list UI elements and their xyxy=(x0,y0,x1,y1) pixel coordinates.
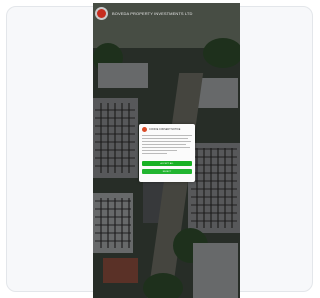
reject-button[interactable]: REJECT xyxy=(142,169,192,174)
cookie-icon xyxy=(142,127,147,132)
site-header: BOVEDA PROPERTY INVESTMENTS LTD xyxy=(93,3,240,23)
brand-logo-icon[interactable] xyxy=(95,6,108,20)
accept-all-button[interactable]: ACCEPT ALL xyxy=(142,161,192,166)
mobile-viewport: BOVEDA PROPERTY INVESTMENTS LTD COOKIE C… xyxy=(93,3,240,298)
cookie-consent-dialog: COOKIE CONSENT NOTICE ACCEPT ALL REJECT xyxy=(139,124,195,182)
dialog-header: COOKIE CONSENT NOTICE xyxy=(142,127,180,132)
dialog-title: COOKIE CONSENT NOTICE xyxy=(149,128,181,131)
dialog-body-text xyxy=(142,135,192,156)
header-title: BOVEDA PROPERTY INVESTMENTS LTD xyxy=(112,10,193,16)
